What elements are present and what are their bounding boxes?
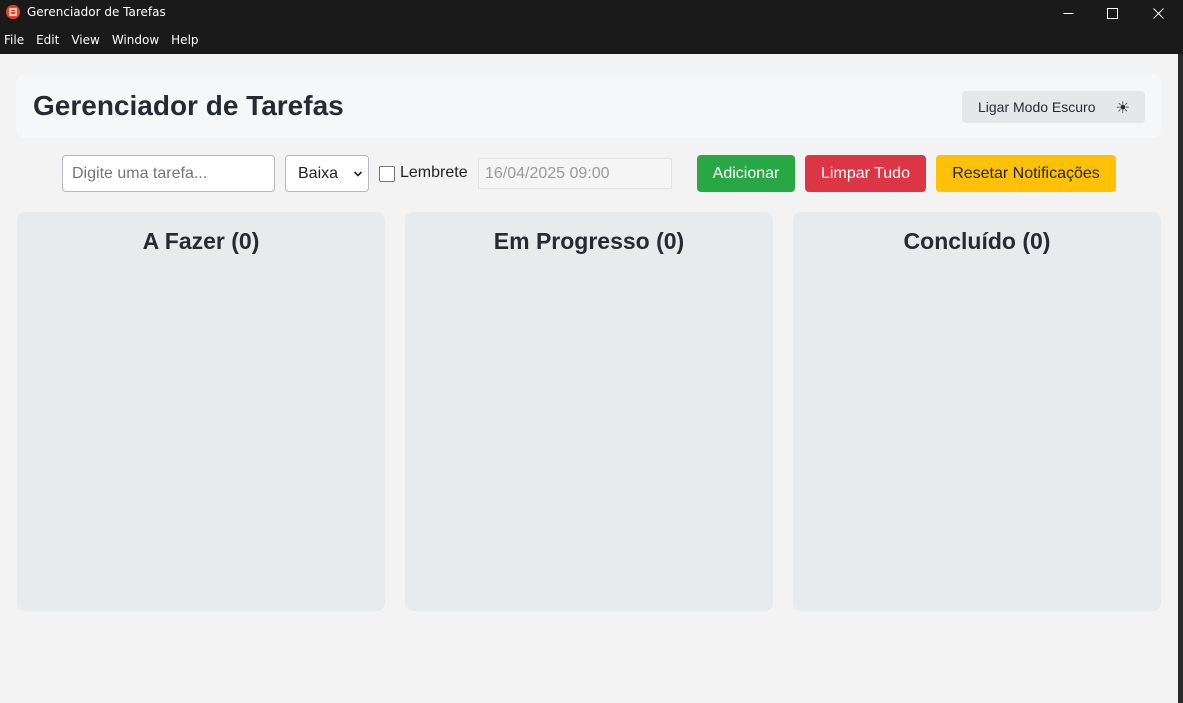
clear-all-button[interactable]: Limpar Tudo [805, 155, 926, 192]
menu-window[interactable]: Window [112, 33, 159, 47]
minimize-icon[interactable] [1045, 0, 1091, 26]
reset-notifications-label: Resetar Notificações [952, 164, 1100, 182]
column-done: Concluído (0) [793, 212, 1161, 611]
task-input[interactable] [62, 155, 275, 192]
page-title: Gerenciador de Tarefas [33, 90, 344, 121]
dark-mode-toggle-button[interactable]: Ligar Modo Escuro ☀ [962, 91, 1145, 123]
clear-all-label: Limpar Tudo [821, 164, 910, 182]
window-right-edge [1178, 54, 1183, 703]
column-todo: A Fazer (0) [17, 212, 385, 611]
reset-notifications-button[interactable]: Resetar Notificações [936, 155, 1116, 192]
menu-view[interactable]: View [71, 33, 99, 47]
menu-file[interactable]: File [4, 33, 24, 47]
sun-icon: ☀ [1115, 100, 1130, 117]
menu-help[interactable]: Help [171, 33, 198, 47]
app-content: Gerenciador de Tarefas Ligar Modo Escuro… [0, 54, 1178, 703]
add-task-button[interactable]: Adicionar [697, 155, 795, 192]
menu-edit[interactable]: Edit [36, 33, 59, 47]
maximize-icon[interactable] [1089, 0, 1135, 26]
reminder-datetime-input[interactable]: 16/04/2025 09:00 [478, 158, 672, 189]
window-title: Gerenciador de Tarefas [27, 5, 166, 19]
reminder-datetime-value: 16/04/2025 09:00 [485, 164, 610, 182]
app-icon [6, 5, 20, 19]
add-task-label: Adicionar [712, 164, 780, 182]
window-titlebar: Gerenciador de Tarefas [0, 0, 1183, 26]
reminder-label: Lembrete [400, 164, 468, 181]
reminder-checkbox[interactable] [379, 166, 395, 182]
dark-mode-label: Ligar Modo Escuro [978, 99, 1096, 115]
column-in-progress-title: Em Progresso (0) [493, 228, 685, 254]
chevron-down-icon [353, 171, 363, 177]
menu-bar: File Edit View Window Help [0, 26, 1183, 54]
column-done-title: Concluído (0) [903, 228, 1051, 254]
column-todo-title: A Fazer (0) [142, 228, 260, 254]
priority-selected-value: Baixa [298, 164, 339, 182]
header-card: Gerenciador de Tarefas Ligar Modo Escuro… [17, 74, 1161, 138]
close-icon[interactable] [1135, 0, 1181, 26]
column-in-progress: Em Progresso (0) [405, 212, 773, 611]
priority-select[interactable]: Baixa [285, 155, 369, 192]
